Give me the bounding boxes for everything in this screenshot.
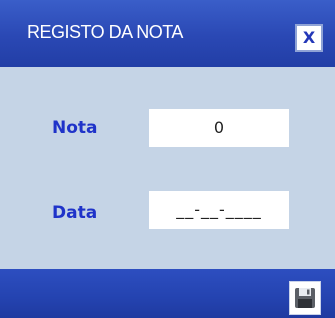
window-title: REGISTO DA NOTA [27, 22, 183, 42]
close-button[interactable]: X [295, 24, 323, 52]
close-icon: X [302, 28, 316, 47]
save-button[interactable] [289, 281, 321, 315]
footer-bar [0, 269, 335, 318]
nota-label: Nota [52, 118, 98, 138]
title-bar: REGISTO DA NOTA X [0, 0, 335, 67]
nota-input[interactable]: 0 [149, 109, 289, 147]
floppy-disk-icon [295, 288, 315, 308]
data-label: Data [52, 203, 98, 223]
note-register-dialog: REGISTO DA NOTA X Nota 0 Data __-__-____ [0, 0, 335, 318]
date-input[interactable]: __-__-____ [149, 191, 289, 229]
